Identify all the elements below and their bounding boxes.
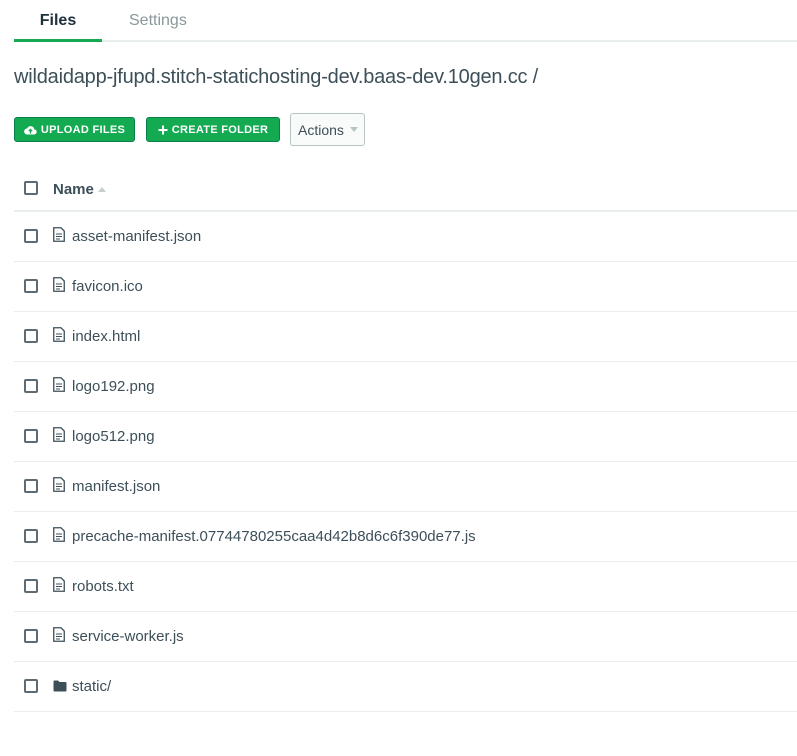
row-checkbox[interactable] [24,279,38,293]
sort-ascending-icon [97,187,106,192]
row-checkbox[interactable] [24,429,38,443]
file-icon [53,427,65,442]
file-icon [53,327,65,342]
table-row[interactable]: logo512.png [14,412,797,462]
file-name-link[interactable]: favicon.ico [72,278,143,295]
table-row[interactable]: asset-manifest.json [14,212,797,262]
plus-icon [158,125,168,134]
name-column-label: Name [53,181,94,198]
upload-files-label: UPLOAD FILES [40,123,126,136]
breadcrumb: wildaidapp-jfupd.stitch-statichosting-de… [14,66,539,88]
table-row[interactable]: logo192.png [14,362,797,412]
file-name-link[interactable]: asset-manifest.json [72,228,201,245]
row-checkbox[interactable] [24,329,38,343]
file-icon [53,277,65,292]
file-icon [53,377,65,392]
name-column-header[interactable]: Name [53,181,106,198]
file-name-link[interactable]: logo192.png [72,378,155,395]
create-folder-button[interactable]: CREATE FOLDER [146,117,280,142]
row-checkbox[interactable] [24,479,38,493]
folder-icon [53,679,67,694]
file-name-link[interactable]: robots.txt [72,578,134,595]
table-row[interactable]: favicon.ico [14,262,797,312]
table-row[interactable]: static/ [14,662,797,712]
tab-bar: Files Settings [14,0,797,42]
table-row[interactable]: manifest.json [14,462,797,512]
row-checkbox[interactable] [24,229,38,243]
row-checkbox[interactable] [24,529,38,543]
file-table: Name asset-manifest.json favicon.ico index… [14,164,797,712]
file-icon [53,627,65,642]
table-row[interactable]: precache-manifest.07744780255caa4d42b8d6… [14,512,797,562]
file-name-link[interactable]: index.html [72,328,140,345]
select-all-checkbox[interactable] [24,181,38,195]
actions-label: Actions [298,121,344,138]
table-row[interactable]: service-worker.js [14,612,797,662]
tab-files[interactable]: Files [14,12,102,42]
create-folder-label: CREATE FOLDER [171,123,269,136]
row-checkbox[interactable] [24,629,38,643]
file-name-link[interactable]: precache-manifest.07744780255caa4d42b8d6… [72,528,476,545]
table-body: asset-manifest.json favicon.ico index.html… [14,212,797,712]
file-icon [53,477,65,492]
file-name-link[interactable]: manifest.json [72,478,160,495]
table-header: Name [14,164,797,212]
file-name-link[interactable]: service-worker.js [72,628,184,645]
file-icon [53,577,65,592]
upload-files-button[interactable]: UPLOAD FILES [14,117,135,142]
row-checkbox[interactable] [24,579,38,593]
table-row[interactable]: robots.txt [14,562,797,612]
file-icon [53,527,65,542]
file-name-link[interactable]: logo512.png [72,428,155,445]
actions-dropdown[interactable]: Actions [290,113,365,146]
row-checkbox[interactable] [24,379,38,393]
row-checkbox[interactable] [24,679,38,693]
chevron-down-icon [349,127,358,132]
cloud-upload-icon [23,125,37,135]
file-name-link[interactable]: static/ [72,678,111,695]
table-row[interactable]: index.html [14,312,797,362]
file-icon [53,227,65,242]
tab-settings[interactable]: Settings [129,12,187,42]
